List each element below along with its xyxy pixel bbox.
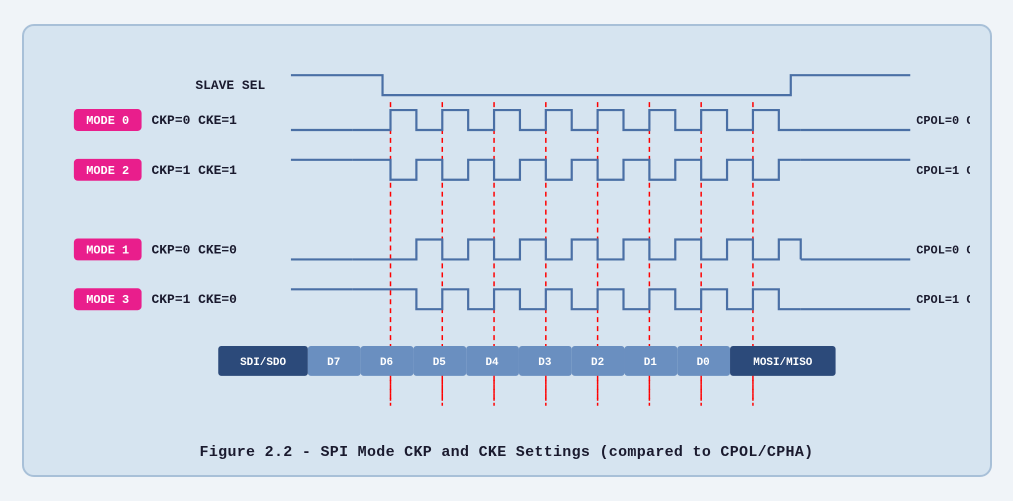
d6-label: D6 <box>379 357 392 369</box>
mode1-right-params: CPOL=0 CPHA=1 <box>916 243 970 257</box>
mode0-right-params: CPOL=0 CPHA=0 <box>916 114 970 128</box>
mode1-params: CKP=0 CKE=0 <box>151 242 237 257</box>
mode3-right-params: CPOL=1 CPHA=1 <box>916 293 970 307</box>
diagram-area: .mono { font-family: 'Courier New', Cour… <box>44 44 970 434</box>
d2-label: D2 <box>591 357 604 369</box>
mode2-right-params: CPOL=1 CPHA=0 <box>916 164 970 178</box>
mode2-badge: MODE 2 <box>86 164 129 178</box>
timing-diagram-svg: .mono { font-family: 'Courier New', Cour… <box>44 44 970 434</box>
d5-label: D5 <box>432 357 445 369</box>
mode1-badge: MODE 1 <box>86 243 129 257</box>
sdi-sdo-label: SDI/SDO <box>240 357 286 369</box>
d3-label: D3 <box>538 357 552 369</box>
slave-sel-label: SLAVE SEL <box>195 78 265 93</box>
figure-caption: Figure 2.2 - SPI Mode CKP and CKE Settin… <box>44 444 970 461</box>
mode2-params: CKP=1 CKE=1 <box>151 163 237 178</box>
d7-label: D7 <box>327 357 340 369</box>
d0-label: D0 <box>696 357 709 369</box>
d4-label: D4 <box>485 357 499 369</box>
mode0-badge: MODE 0 <box>86 114 129 128</box>
main-container: .mono { font-family: 'Courier New', Cour… <box>22 24 992 477</box>
mosi-miso-label: MOSI/MISO <box>753 357 813 369</box>
d1-label: D1 <box>643 357 657 369</box>
mode3-badge: MODE 3 <box>86 293 129 307</box>
mode3-params: CKP=1 CKE=0 <box>151 292 237 307</box>
mode0-params: CKP=0 CKE=1 <box>151 113 237 128</box>
